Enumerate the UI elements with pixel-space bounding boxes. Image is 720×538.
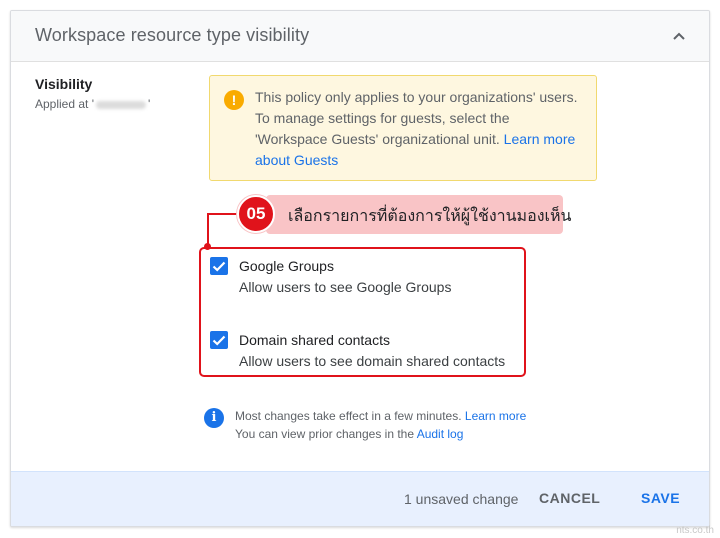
applied-suffix: ' (148, 97, 151, 111)
checkmark-icon (212, 261, 226, 272)
info-icon: i (204, 408, 224, 428)
audit-log-link[interactable]: Audit log (417, 427, 464, 441)
google-groups-label[interactable]: Google Groups (239, 258, 334, 274)
watermark: nts.co.th (676, 525, 714, 536)
checkmark-icon (212, 335, 226, 346)
unsaved-status: 1 unsaved change (404, 491, 519, 507)
visibility-label: Visibility (35, 76, 93, 92)
guest-policy-notice: ! This policy only applies to your organ… (209, 75, 597, 181)
learn-more-link[interactable]: Learn more (465, 409, 526, 423)
applied-prefix: Applied at ' (35, 97, 94, 111)
cancel-button[interactable]: CANCEL (539, 490, 600, 506)
info-line-2-text: You can view prior changes in the (235, 427, 417, 441)
action-footer: 1 unsaved change CANCEL SAVE (11, 471, 709, 526)
domain-shared-contacts-description: Allow users to see domain shared contact… (239, 353, 506, 369)
info-text: Most changes take effect in a few minute… (235, 407, 526, 443)
info-line-2: You can view prior changes in the Audit … (235, 425, 526, 443)
card-title: Workspace resource type visibility (35, 25, 310, 45)
google-groups-description: Allow users to see Google Groups (239, 279, 452, 295)
notice-text: This policy only applies to your organiz… (255, 87, 585, 171)
step-number-badge: 05 (237, 195, 275, 233)
domain-shared-contacts-checkbox[interactable] (210, 331, 228, 349)
card-header[interactable]: Workspace resource type visibility (11, 11, 709, 62)
domain-shared-contacts-label[interactable]: Domain shared contacts (239, 332, 390, 348)
info-line-1: Most changes take effect in a few minute… (235, 407, 526, 425)
annotation-connector-vertical (207, 213, 209, 247)
annotation-callout: เลือกรายการที่ต้องการให้ผู้ใช้งานมองเห็น (266, 195, 571, 234)
chevron-up-icon[interactable] (669, 26, 689, 46)
warning-icon: ! (224, 90, 244, 110)
annotation-text: เลือกรายการที่ต้องการให้ผู้ใช้งานมองเห็น (288, 208, 572, 225)
google-groups-checkbox[interactable] (210, 257, 228, 275)
info-line-1-text: Most changes take effect in a few minute… (235, 409, 465, 423)
applied-at-text: Applied at ' ' (35, 97, 150, 111)
settings-card: Workspace resource type visibility Visib… (10, 10, 710, 527)
annotation-connector (207, 213, 238, 215)
save-button[interactable]: SAVE (641, 490, 680, 506)
redacted-org-unit (96, 100, 146, 109)
